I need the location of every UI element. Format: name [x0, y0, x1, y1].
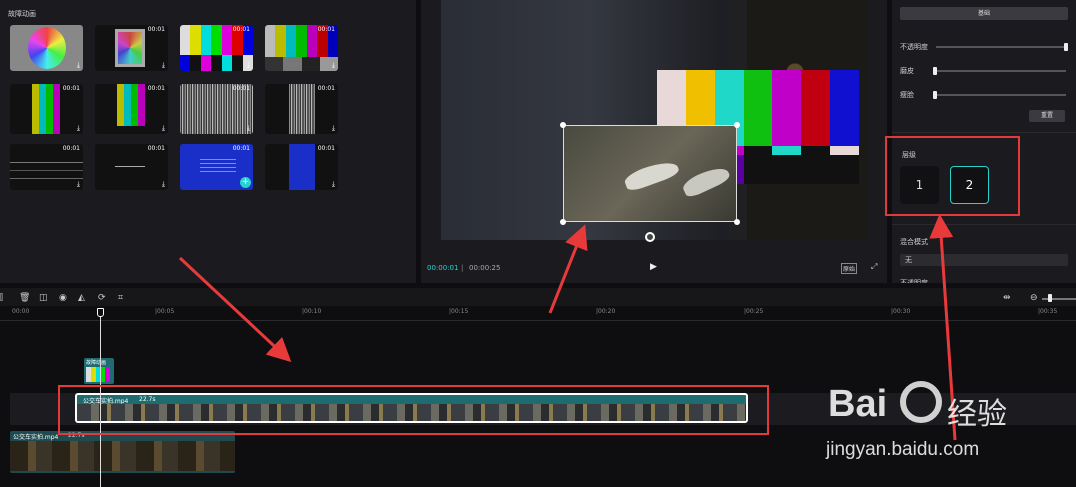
- effect-clip[interactable]: 故障动画: [84, 358, 114, 384]
- blend-mode-value: 无: [905, 256, 912, 264]
- effect-thumb-8[interactable]: 00:01 ⤓: [265, 84, 338, 134]
- add-icon[interactable]: +: [240, 177, 251, 188]
- effect-thumb-10[interactable]: 00:01 ⤓: [95, 144, 168, 190]
- basic-button[interactable]: 基础: [900, 7, 1068, 20]
- watermark: Bai 经验 jingyan.baidu.com: [823, 377, 1073, 487]
- watermark-url: jingyan.baidu.com: [826, 439, 980, 460]
- download-icon[interactable]: ⤓: [332, 180, 335, 189]
- player-panel: 00:00:01 | 00:00:25 ▶ 原始 ⤢: [421, 0, 887, 283]
- total-time: 00:00:25: [469, 264, 501, 272]
- duration-label: 00:01: [317, 145, 335, 152]
- current-time: 00:00:01: [427, 264, 459, 272]
- thin-slider[interactable]: [936, 94, 1066, 96]
- zoom-knob[interactable]: [1048, 294, 1052, 302]
- effect-thumb-1[interactable]: ⤓: [10, 25, 83, 71]
- watermark-brand-cn: 经验: [947, 397, 1007, 432]
- download-icon[interactable]: ⤓: [77, 180, 80, 189]
- reset-button[interactable]: 重置: [1029, 110, 1065, 122]
- blend-mode-label: 混合模式: [900, 238, 928, 246]
- blend-mode-select[interactable]: 无: [900, 254, 1068, 266]
- opacity-knob[interactable]: [1064, 43, 1068, 51]
- bottom-clip-label: 公交车实拍.mp4: [13, 434, 59, 441]
- tick-label: |00:25: [744, 308, 764, 315]
- thin-label: 瘦脸: [900, 91, 914, 99]
- paw-icon: [900, 381, 942, 423]
- resize-handle[interactable]: [560, 219, 566, 225]
- duration-label: 00:01: [317, 26, 335, 33]
- effect-thumb-5[interactable]: 00:01 ⤓: [10, 84, 83, 134]
- effect-thumb-6[interactable]: 00:01 ⤓: [95, 84, 168, 134]
- highlight-box-track: [58, 385, 769, 435]
- duration-label: 00:01: [317, 85, 335, 92]
- download-icon[interactable]: ⤓: [247, 124, 250, 133]
- reverse-icon[interactable]: ◉: [59, 293, 67, 303]
- rotate-icon[interactable]: ⟳: [98, 293, 106, 303]
- link-icon[interactable]: ⇹: [1003, 293, 1011, 303]
- tick-label: 00:00: [12, 308, 30, 315]
- duration-label: 00:01: [62, 145, 80, 152]
- fullscreen-icon[interactable]: ⤢: [871, 262, 877, 272]
- tick-label: |00:10: [302, 308, 322, 315]
- duration-label: 00:01: [147, 26, 165, 33]
- download-icon[interactable]: ⤓: [162, 124, 165, 133]
- watermark-brand: Bai: [828, 383, 888, 425]
- download-icon[interactable]: ⤓: [77, 61, 80, 70]
- time-ruler[interactable]: 00:00 |00:05 |00:10 |00:15 |00:20 |00:25…: [0, 308, 1076, 318]
- download-icon[interactable]: ⤓: [332, 61, 335, 70]
- duration-label: 00:01: [232, 26, 250, 33]
- effect-thumb-3[interactable]: 00:01 ⤓: [180, 25, 253, 71]
- effect-thumb-9[interactable]: 00:01 ⤓: [10, 144, 83, 190]
- next-property-label: 不透明度: [900, 279, 928, 283]
- opacity-slider[interactable]: [936, 46, 1066, 48]
- effects-panel-title: 故障动画: [8, 10, 36, 18]
- highlight-box-layers: [885, 136, 1020, 216]
- tick-label: |00:35: [1038, 308, 1058, 315]
- duration-label: 00:01: [62, 85, 80, 92]
- zoom-out-icon[interactable]: ⊖: [1030, 293, 1038, 303]
- freeze-icon[interactable]: ◫: [39, 293, 48, 303]
- duration-label: 00:01: [232, 145, 250, 152]
- tick-label: |00:20: [596, 308, 616, 315]
- mirror-icon[interactable]: ◭: [78, 293, 85, 303]
- bottom-video-clip[interactable]: 公交车实拍.mp4 22.7s: [10, 431, 235, 473]
- smooth-knob[interactable]: [933, 67, 937, 75]
- split-icon[interactable]: ⫿: [0, 293, 3, 303]
- inset-video-clip[interactable]: [563, 125, 737, 222]
- timeline-toolbar: [0, 288, 1076, 306]
- opacity-label: 不透明度: [900, 43, 928, 51]
- duration-label: 00:01: [232, 85, 250, 92]
- play-icon[interactable]: ▶: [650, 262, 657, 272]
- smooth-label: 磨皮: [900, 67, 914, 75]
- resize-handle[interactable]: [734, 219, 740, 225]
- download-icon[interactable]: ⤓: [247, 61, 250, 70]
- download-icon[interactable]: ⤓: [162, 61, 165, 70]
- effect-thumb-11[interactable]: 00:01 +: [180, 144, 253, 190]
- smooth-slider[interactable]: [936, 70, 1066, 72]
- download-icon[interactable]: ⤓: [332, 124, 335, 133]
- effect-thumb-2[interactable]: 00:01 ⤓: [95, 25, 168, 71]
- tick-label: |00:05: [155, 308, 175, 315]
- duration-label: 00:01: [147, 85, 165, 92]
- resize-handle[interactable]: [734, 122, 740, 128]
- effect-thumb-4[interactable]: 00:01 ⤓: [265, 25, 338, 71]
- download-icon[interactable]: ⤓: [162, 180, 165, 189]
- crop-icon[interactable]: ⌗: [118, 293, 123, 303]
- rotate-handle[interactable]: [645, 232, 655, 242]
- delete-icon[interactable]: 🗑: [19, 293, 30, 303]
- time-separator: |: [461, 264, 464, 272]
- tick-label: |00:30: [891, 308, 911, 315]
- video-canvas[interactable]: [441, 0, 867, 242]
- ratio-button[interactable]: 原始: [841, 263, 858, 274]
- duration-label: 00:01: [147, 145, 165, 152]
- effect-clip-label: 故障动画: [86, 360, 107, 366]
- resize-handle[interactable]: [560, 122, 566, 128]
- download-icon[interactable]: ⤓: [77, 124, 80, 133]
- thin-knob[interactable]: [933, 91, 937, 99]
- tick-label: |00:15: [449, 308, 469, 315]
- effect-thumb-12[interactable]: 00:01 ⤓: [265, 144, 338, 190]
- effects-panel: 故障动画 ⤓ 00:01 ⤓ 00:01 ⤓ 00:01 ⤓ 00:01 ⤓ 0…: [0, 0, 416, 283]
- effect-thumb-7[interactable]: 00:01 ⤓: [180, 84, 253, 134]
- playhead-handle[interactable]: [97, 308, 104, 317]
